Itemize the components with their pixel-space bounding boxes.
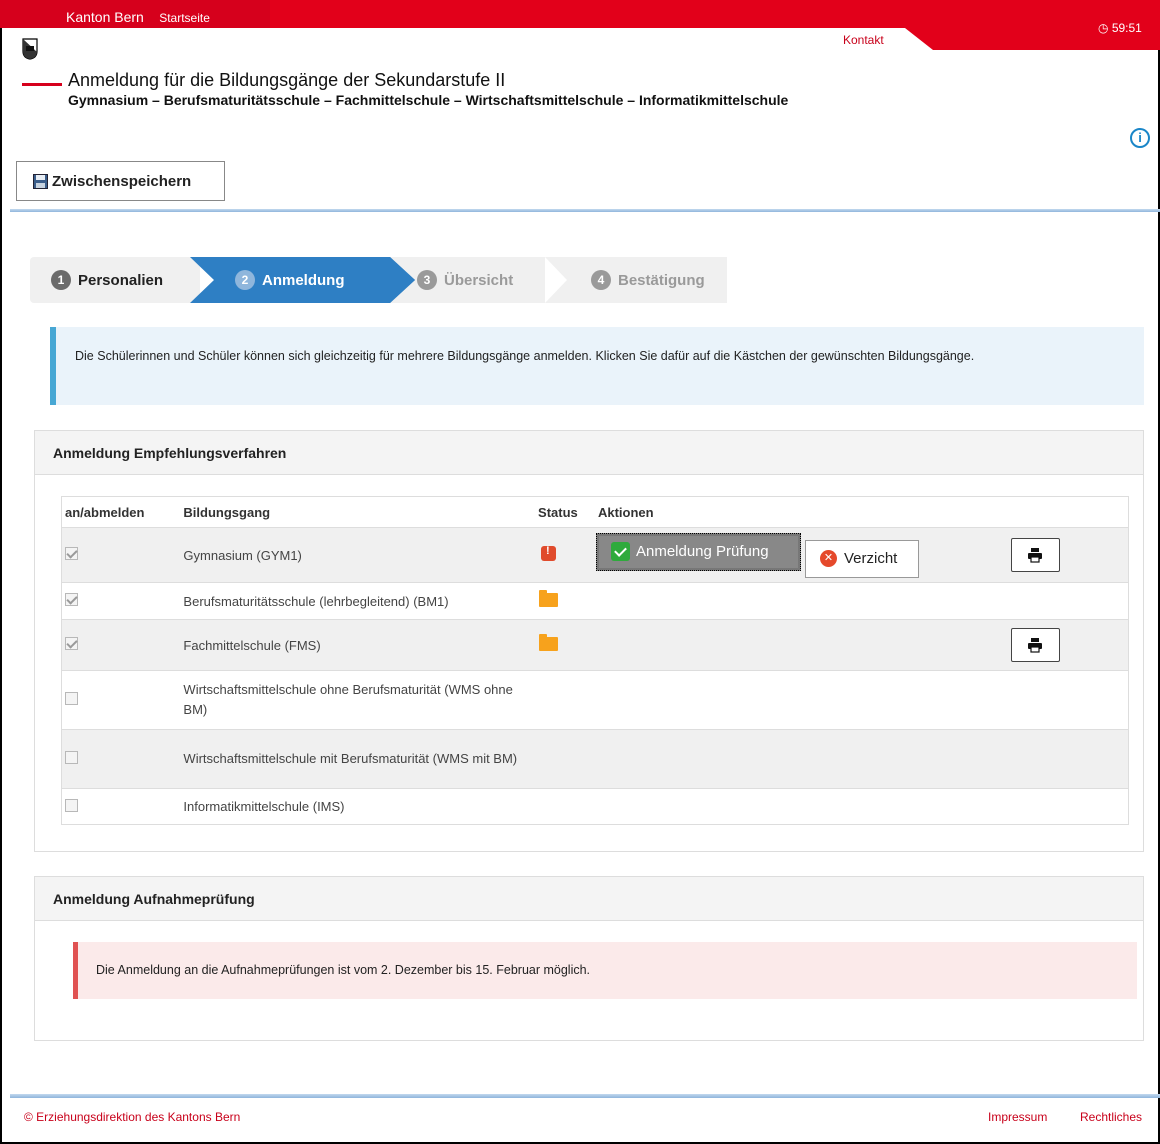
verzicht-button[interactable]: ✕ Verzicht bbox=[804, 539, 919, 578]
column-header-bildungsgang: Bildungsgang bbox=[183, 496, 539, 528]
page-subtitle: Gymnasium – Berufsmaturitätsschule – Fac… bbox=[68, 92, 789, 108]
step-label: Anmeldung bbox=[262, 271, 345, 289]
table-row: Wirtschaftsmittelschule mit Berufsmaturi… bbox=[61, 729, 1129, 789]
row-checkbox[interactable] bbox=[65, 547, 78, 560]
table-row: Berufsmaturitätsschule (lehrbegleitend) … bbox=[61, 582, 1129, 620]
impressum-link[interactable]: Impressum bbox=[988, 1110, 1047, 1124]
step-number: 2 bbox=[235, 270, 255, 290]
verzicht-label: Verzicht bbox=[843, 550, 898, 567]
panel-title: Anmeldung Empfehlungsverfahren bbox=[35, 431, 1143, 475]
alert-message: Die Anmeldung an die Aufnahmeprüfungen i… bbox=[73, 942, 1137, 999]
panel-empfehlungsverfahren: Anmeldung Empfehlungsverfahren an/abmeld… bbox=[34, 430, 1144, 852]
info-icon[interactable]: i bbox=[1130, 128, 1150, 148]
row-checkbox[interactable] bbox=[65, 751, 78, 764]
step-label: Übersicht bbox=[444, 271, 514, 289]
bern-coat-of-arms-icon bbox=[22, 38, 38, 60]
wizard-step-uebersicht[interactable]: 3 Übersicht bbox=[390, 257, 570, 303]
page-title: Anmeldung für die Bildungsgänge der Seku… bbox=[68, 70, 506, 90]
panel-aufnahmepruefung: Anmeldung Aufnahmeprüfung Die Anmeldung … bbox=[34, 876, 1144, 1041]
row-label: Informatikmittelschule (IMS) bbox=[183, 788, 539, 825]
row-checkbox[interactable] bbox=[65, 637, 78, 650]
table-row: Fachmittelschule (FMS) bbox=[61, 619, 1129, 671]
status-warning-icon bbox=[541, 545, 557, 561]
row-label: Gymnasium (GYM1) bbox=[183, 527, 539, 583]
info-message: Die Schülerinnen und Schüler können sich… bbox=[50, 327, 1144, 405]
step-number: 4 bbox=[591, 270, 611, 290]
top-links: Kanton Bern Startseite bbox=[66, 9, 210, 25]
table-row: Wirtschaftsmittelschule ohne Berufsmatur… bbox=[61, 670, 1129, 730]
session-timer: ◷ 59:51 bbox=[1098, 21, 1142, 35]
step-number: 1 bbox=[51, 270, 71, 290]
row-label: Berufsmaturitätsschule (lehrbegleitend) … bbox=[183, 582, 539, 620]
panel-title: Anmeldung Aufnahmeprüfung bbox=[35, 877, 1143, 921]
column-header-status: Status bbox=[538, 496, 596, 528]
rechtliches-link[interactable]: Rechtliches bbox=[1080, 1110, 1142, 1124]
kanton-bern-link[interactable]: Kanton Bern bbox=[66, 9, 144, 25]
table-row: Gymnasium (GYM1) Anmeldung Prüfung ✕ Ver… bbox=[61, 527, 1129, 583]
wizard-step-bestaetigung[interactable]: 4 Bestätigung bbox=[585, 257, 747, 303]
floppy-disk-icon bbox=[33, 173, 48, 189]
print-button[interactable] bbox=[1010, 628, 1060, 662]
wizard-steps: 1 Personalien 2 Anmeldung 3 Übersicht 4 … bbox=[30, 257, 727, 303]
row-label: Wirtschaftsmittelschule ohne Berufsmatur… bbox=[183, 670, 539, 730]
kontakt-link[interactable]: Kontakt bbox=[843, 33, 884, 47]
clock-icon: ◷ bbox=[1098, 21, 1109, 35]
wizard-step-anmeldung[interactable]: 2 Anmeldung bbox=[190, 257, 390, 303]
header-divider bbox=[10, 209, 1160, 212]
print-button[interactable] bbox=[1010, 538, 1060, 572]
column-header-aktionen: Aktionen bbox=[595, 496, 1011, 528]
check-icon bbox=[610, 542, 630, 561]
row-checkbox[interactable] bbox=[65, 692, 78, 705]
wizard-step-personalien[interactable]: 1 Personalien bbox=[30, 257, 200, 303]
step-label: Bestätigung bbox=[618, 271, 705, 289]
header-accent-line bbox=[22, 83, 62, 86]
table-row: Informatikmittelschule (IMS) bbox=[61, 788, 1129, 825]
save-button[interactable]: Zwischenspeichern bbox=[16, 161, 225, 201]
startseite-link[interactable]: Startseite bbox=[159, 11, 210, 25]
folder-icon bbox=[539, 589, 559, 607]
footer-divider bbox=[10, 1094, 1160, 1098]
timer-value: 59:51 bbox=[1111, 21, 1142, 35]
anmeldung-pruefung-label: Anmeldung Prüfung bbox=[635, 543, 769, 560]
column-header-select: an/abmelden bbox=[61, 496, 184, 528]
row-label: Wirtschaftsmittelschule mit Berufsmaturi… bbox=[183, 729, 539, 789]
row-checkbox[interactable] bbox=[65, 798, 78, 812]
anmeldung-pruefung-button[interactable]: Anmeldung Prüfung bbox=[595, 532, 801, 571]
printer-icon bbox=[1028, 548, 1043, 563]
step-number: 3 bbox=[417, 270, 437, 290]
close-icon: ✕ bbox=[819, 550, 837, 567]
row-checkbox[interactable] bbox=[65, 593, 78, 606]
folder-icon bbox=[539, 633, 559, 651]
step-label: Personalien bbox=[78, 271, 164, 289]
bildungsgang-table: an/abmelden Bildungsgang Status Aktionen… bbox=[61, 496, 1129, 825]
row-label: Fachmittelschule (FMS) bbox=[183, 619, 539, 671]
printer-icon bbox=[1028, 638, 1043, 653]
save-button-label: Zwischenspeichern bbox=[52, 172, 192, 190]
footer-copyright: © Erziehungsdirektion des Kantons Bern bbox=[24, 1110, 241, 1124]
